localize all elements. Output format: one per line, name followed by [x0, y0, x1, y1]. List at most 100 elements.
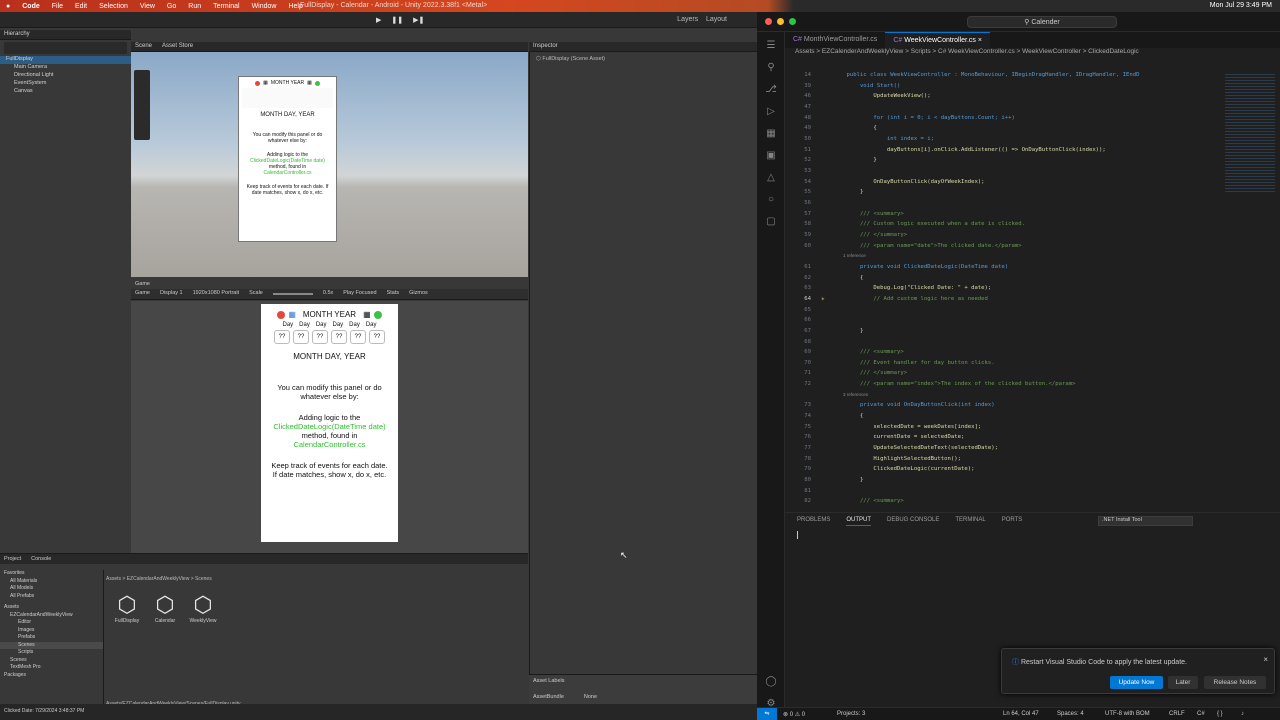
scene-asset[interactable]: ⬡ Calendar: [150, 592, 180, 624]
tab-terminal[interactable]: TERMINAL: [955, 517, 985, 526]
hierarchy-item[interactable]: EventSystem: [0, 80, 131, 88]
maximize-window-icon[interactable]: [789, 18, 796, 25]
output-channel-select[interactable]: .NET Install Tool: [1098, 516, 1193, 526]
tree-item[interactable]: Scripts: [0, 649, 103, 657]
prev-month-button[interactable]: [277, 310, 286, 319]
day-button[interactable]: ??: [369, 330, 385, 344]
hierarchy-item[interactable]: FullDisplay: [0, 56, 131, 64]
code-line[interactable]: }: [833, 328, 863, 334]
play-focused-dropdown[interactable]: Play Focused: [343, 290, 376, 298]
remote-indicator-icon[interactable]: ⇋: [757, 708, 777, 720]
menu-edit[interactable]: Edit: [75, 3, 87, 10]
menu-go[interactable]: Go: [167, 3, 176, 10]
close-window-icon[interactable]: [765, 18, 772, 25]
tab-console[interactable]: Console: [31, 556, 51, 562]
tree-item[interactable]: Images: [0, 627, 103, 635]
console-status[interactable]: Clicked Date: 7/29/2024 3:48:37 PM: [4, 708, 84, 714]
code-line[interactable]: for (int i = 0; i < dayButtons.Count; i+…: [833, 115, 1014, 121]
tab-problems[interactable]: PROBLEMS: [797, 517, 830, 526]
code-line[interactable]: // Add custom logic here as needed: [833, 296, 988, 302]
asset-bundle-dropdown[interactable]: None: [584, 694, 597, 700]
app-menu[interactable]: Code: [22, 3, 40, 10]
scene-asset[interactable]: ⬡ FullDisplay: [112, 592, 142, 624]
apple-icon[interactable]: ●: [6, 3, 10, 10]
tree-item[interactable]: All Materials: [0, 578, 103, 586]
account-icon[interactable]: ◯: [765, 676, 777, 688]
tab-inspector[interactable]: Inspector: [533, 43, 558, 50]
code-line[interactable]: OnDayButtonClick(dayOfWeekIndex);: [833, 179, 984, 185]
tab-output[interactable]: OUTPUT: [846, 517, 872, 526]
day-button[interactable]: ??: [350, 330, 366, 344]
calendar-icon[interactable]: ▦: [288, 310, 296, 319]
close-icon[interactable]: ×: [1263, 655, 1268, 664]
menu-window[interactable]: Window: [252, 3, 277, 10]
game-view-dropdown[interactable]: Game: [135, 290, 150, 298]
menu-run[interactable]: Run: [188, 3, 201, 10]
tab-asset-store[interactable]: Asset Store: [162, 43, 193, 50]
code-line[interactable]: /// <summary>: [833, 211, 904, 217]
code-line[interactable]: /// <summary>: [833, 349, 904, 355]
copilot-icon[interactable]: ○: [765, 194, 777, 206]
testing-icon[interactable]: △: [765, 172, 777, 184]
calendar-icon[interactable]: ▦: [363, 310, 371, 319]
extensions-icon[interactable]: ▦: [765, 128, 777, 140]
code-line[interactable]: UpdateWeekView();: [833, 93, 930, 99]
code-line[interactable]: selectedDate = weekDates[index];: [833, 424, 981, 430]
scene-tools-overlay[interactable]: [134, 70, 150, 140]
menu-file[interactable]: File: [52, 3, 63, 10]
eol[interactable]: CRLF: [1169, 711, 1185, 717]
code-line[interactable]: UpdateSelectedDateText(selectedDate);: [833, 445, 998, 451]
braces-icon[interactable]: { }: [1217, 711, 1223, 717]
day-button[interactable]: ??: [312, 330, 328, 344]
tree-item[interactable]: Assets: [0, 604, 103, 612]
display-dropdown[interactable]: Display 1: [160, 290, 183, 298]
stats-button[interactable]: Stats: [387, 290, 400, 298]
hierarchy-item[interactable]: Main Camera: [0, 64, 131, 72]
docker-icon[interactable]: ▢: [765, 216, 777, 228]
cursor-position[interactable]: Ln 64, Col 47: [1003, 711, 1039, 717]
code-line[interactable]: 3 references: [833, 392, 868, 397]
update-now-button[interactable]: Update Now: [1110, 676, 1163, 689]
problems-status[interactable]: ⊗ 0 ⚠ 0: [783, 711, 805, 718]
code-line[interactable]: void Start(): [833, 83, 900, 89]
tab-game[interactable]: Game: [135, 281, 150, 287]
tree-item[interactable]: All Models: [0, 585, 103, 593]
close-icon[interactable]: ×: [978, 37, 982, 44]
tab-hierarchy[interactable]: Hierarchy: [4, 31, 30, 38]
code-line[interactable]: /// Custom logic executed when a date is…: [833, 221, 1025, 227]
remote-icon[interactable]: ▣: [765, 150, 777, 162]
tree-item[interactable]: EZCalendarAndWeeklyView: [0, 612, 103, 620]
explorer-icon[interactable]: ☰: [765, 40, 777, 52]
source-control-icon[interactable]: ⎇: [765, 84, 777, 96]
bell-icon[interactable]: ♪: [1241, 711, 1244, 717]
breadcrumb[interactable]: Assets > EZCalenderAndWeeklyView > Scrip…: [795, 48, 1139, 60]
code-line[interactable]: Debug.Log("Clicked Date: " + date);: [833, 285, 991, 291]
code-line[interactable]: }: [833, 477, 863, 483]
day-button[interactable]: ??: [293, 330, 309, 344]
code-line[interactable]: {: [833, 275, 863, 281]
run-debug-icon[interactable]: ▷: [765, 106, 777, 118]
code-line[interactable]: {: [833, 125, 876, 131]
code-line[interactable]: 1 reference: [833, 253, 866, 258]
tree-item[interactable]: Editor: [0, 619, 103, 627]
tree-item[interactable]: Favorites: [0, 570, 103, 578]
release-notes-button[interactable]: Release Notes: [1204, 676, 1266, 689]
minimap[interactable]: [1225, 72, 1275, 192]
day-button[interactable]: ??: [274, 330, 290, 344]
search-icon[interactable]: ⚲: [765, 62, 777, 74]
step-icon[interactable]: ▶❚: [413, 16, 424, 24]
command-search[interactable]: ⚲ Calender: [967, 16, 1117, 28]
hierarchy-search[interactable]: [4, 42, 127, 54]
language-mode[interactable]: C#: [1197, 711, 1205, 717]
tree-item[interactable]: Scenes: [0, 657, 103, 665]
menu-selection[interactable]: Selection: [99, 3, 128, 10]
encoding[interactable]: UTF-8 with BOM: [1105, 711, 1150, 717]
tab-weekviewcontroller[interactable]: C# WeekViewController.cs ×: [885, 32, 990, 48]
menu-view[interactable]: View: [140, 3, 155, 10]
hierarchy-item[interactable]: Directional Light: [0, 72, 131, 80]
project-breadcrumb[interactable]: Assets > EZCalendarAndWeeklyView > Scene…: [106, 576, 212, 582]
tree-item[interactable]: All Prefabs: [0, 593, 103, 601]
layout-dropdown[interactable]: Layout: [706, 16, 727, 23]
projects-status[interactable]: Projects: 3: [837, 711, 865, 717]
code-line[interactable]: {: [833, 413, 863, 419]
